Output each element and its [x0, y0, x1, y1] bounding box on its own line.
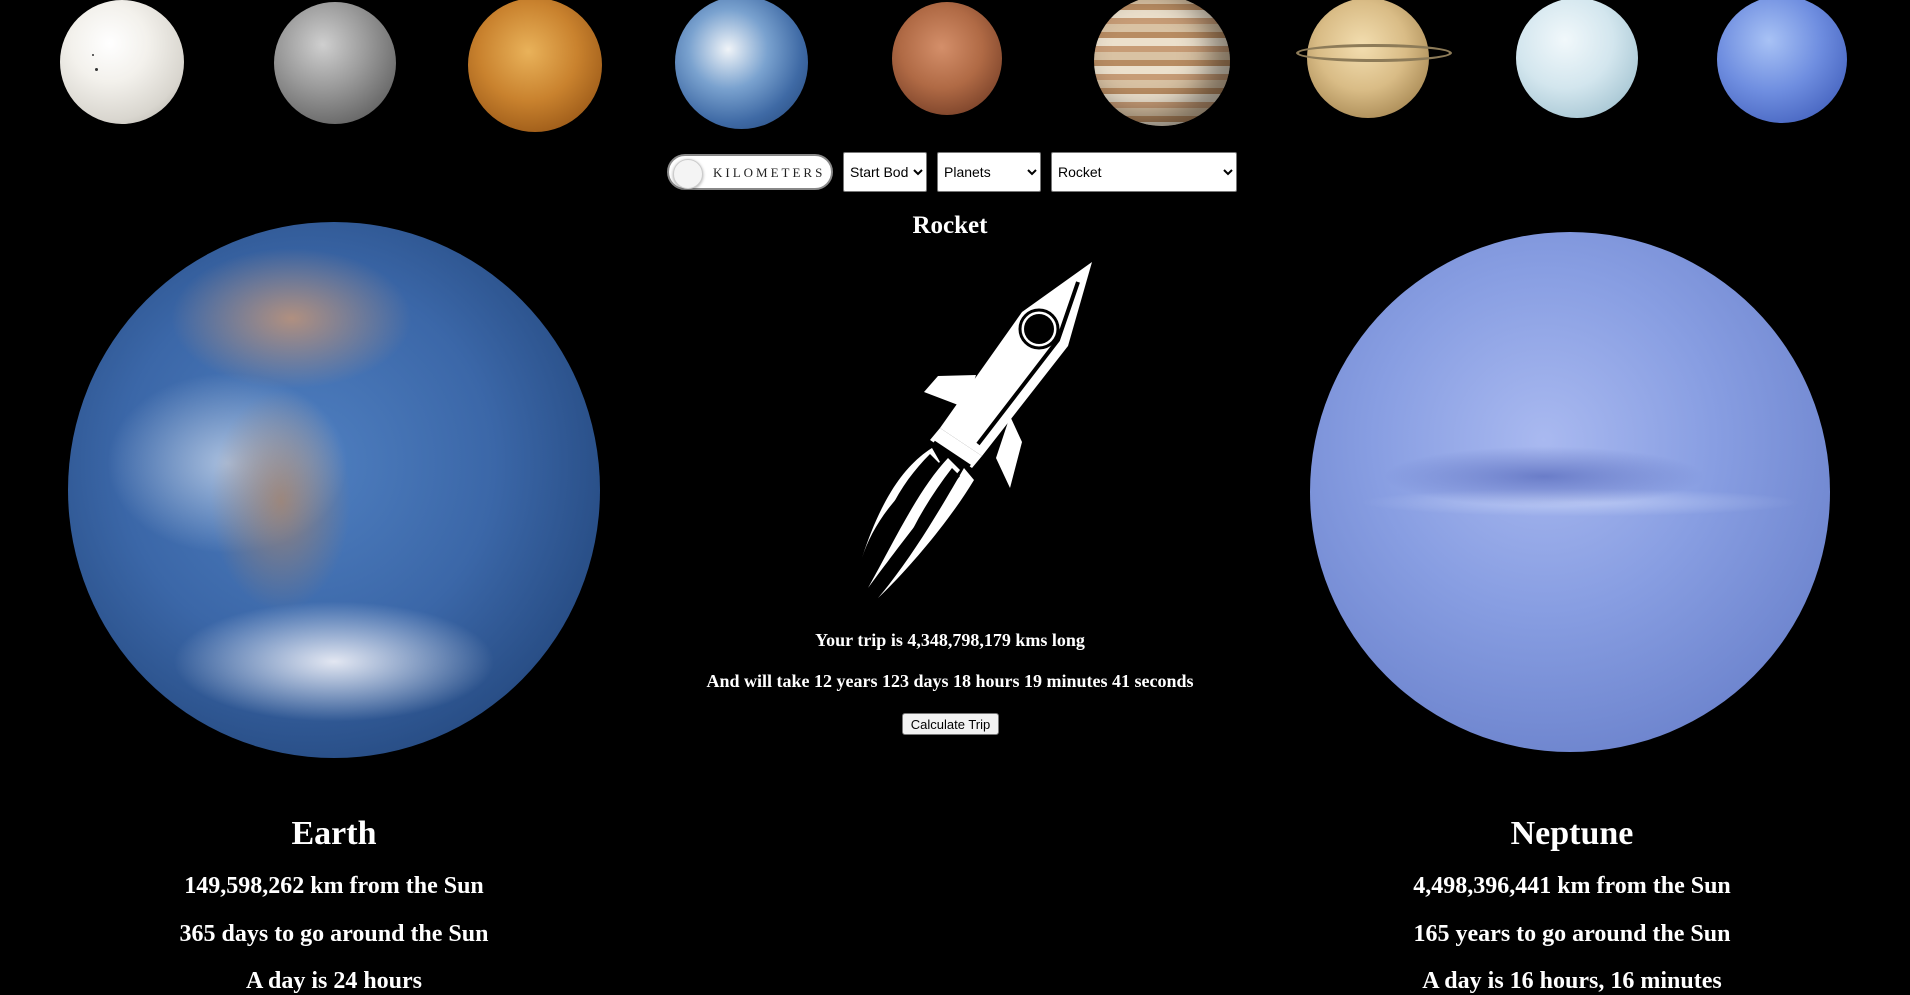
unit-toggle[interactable]: KILOMETERS — [667, 154, 833, 190]
origin-planet-image — [68, 222, 600, 758]
destination-distance: 4,498,396,441 km from the Sun — [1413, 873, 1731, 899]
saturn-ring — [1296, 44, 1452, 62]
calculate-trip-button[interactable]: Calculate Trip — [902, 713, 999, 735]
earth-thumbnail[interactable] — [675, 0, 808, 129]
mercury-thumbnail[interactable] — [274, 2, 396, 124]
toggle-knob[interactable] — [673, 159, 703, 189]
venus-thumbnail[interactable] — [468, 0, 602, 132]
neptune-thumbnail[interactable] — [1717, 0, 1847, 123]
sunspot — [95, 68, 98, 71]
destination-orbit: 165 years to go around the Sun — [1413, 921, 1731, 947]
origin-name: Earth — [291, 815, 377, 852]
solar-trip-page: KILOMETERS Start Body Planets Rocket Roc… — [0, 0, 1910, 995]
body-type-select[interactable]: Planets — [937, 152, 1041, 192]
planet-strip — [0, 0, 1910, 135]
uranus-thumbnail[interactable] — [1516, 0, 1638, 118]
origin-day: A day is 24 hours — [245, 968, 423, 994]
trip-controls: KILOMETERS Start Body Planets Rocket — [667, 152, 1237, 192]
destination-planet-image — [1310, 232, 1830, 752]
origin-orbit: 365 days to go around the Sun — [179, 921, 489, 947]
destination-name: Neptune — [1510, 815, 1634, 852]
rocket-icon — [862, 262, 1092, 598]
destination-day: A day is 16 hours, 16 minutes — [1422, 968, 1722, 994]
unit-toggle-label: KILOMETERS — [713, 165, 826, 180]
vehicle-select[interactable]: Rocket — [1051, 152, 1237, 192]
mars-thumbnail[interactable] — [892, 2, 1002, 115]
origin-distance: 149,598,262 km from the Sun — [184, 873, 484, 899]
start-body-select[interactable]: Start Body — [843, 152, 927, 192]
sunspot — [92, 54, 94, 56]
jupiter-thumbnail[interactable] — [1094, 0, 1230, 126]
sun-thumbnail[interactable] — [60, 0, 184, 124]
